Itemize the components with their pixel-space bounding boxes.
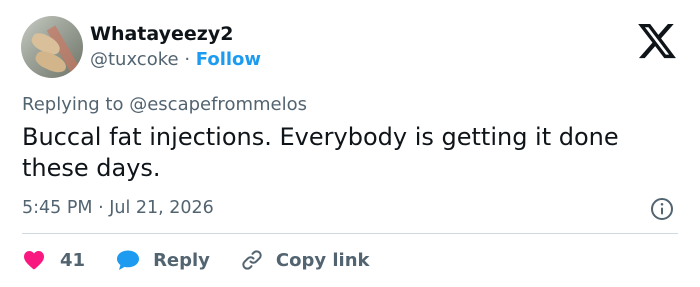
like-count: 41 <box>60 249 86 271</box>
info-icon[interactable] <box>650 197 674 221</box>
reply-button[interactable]: Reply <box>115 248 210 272</box>
divider <box>22 233 678 234</box>
link-icon <box>242 250 262 270</box>
heart-icon <box>24 251 44 270</box>
speech-bubble-icon <box>117 250 140 270</box>
replying-to: Replying to @escapefrommelos <box>22 93 307 117</box>
reply-label: Reply <box>153 249 210 271</box>
replying-target[interactable]: @escapefrommelos <box>129 94 307 115</box>
author-display-name[interactable]: Whatayeezy2 <box>90 22 233 46</box>
follow-button[interactable]: Follow <box>196 49 261 70</box>
separator-dot: · <box>184 49 191 70</box>
author-handle-line: @tuxcoke · Follow <box>90 48 261 72</box>
copy-link-label: Copy link <box>275 249 370 271</box>
author-handle[interactable]: @tuxcoke <box>90 49 179 70</box>
copy-link-button[interactable]: Copy link <box>240 248 370 272</box>
like-button[interactable]: 41 <box>22 248 85 272</box>
tweet-text: Buccal fat injections. Everybody is gett… <box>22 123 619 182</box>
tweet-timestamp[interactable]: 5:45 PM · Jul 21, 2026 <box>22 196 214 220</box>
action-bar: 41 Reply Copy link <box>22 246 370 274</box>
x-logo-icon[interactable] <box>636 20 678 62</box>
avatar[interactable] <box>21 16 83 78</box>
replying-prefix: Replying to <box>22 94 124 115</box>
